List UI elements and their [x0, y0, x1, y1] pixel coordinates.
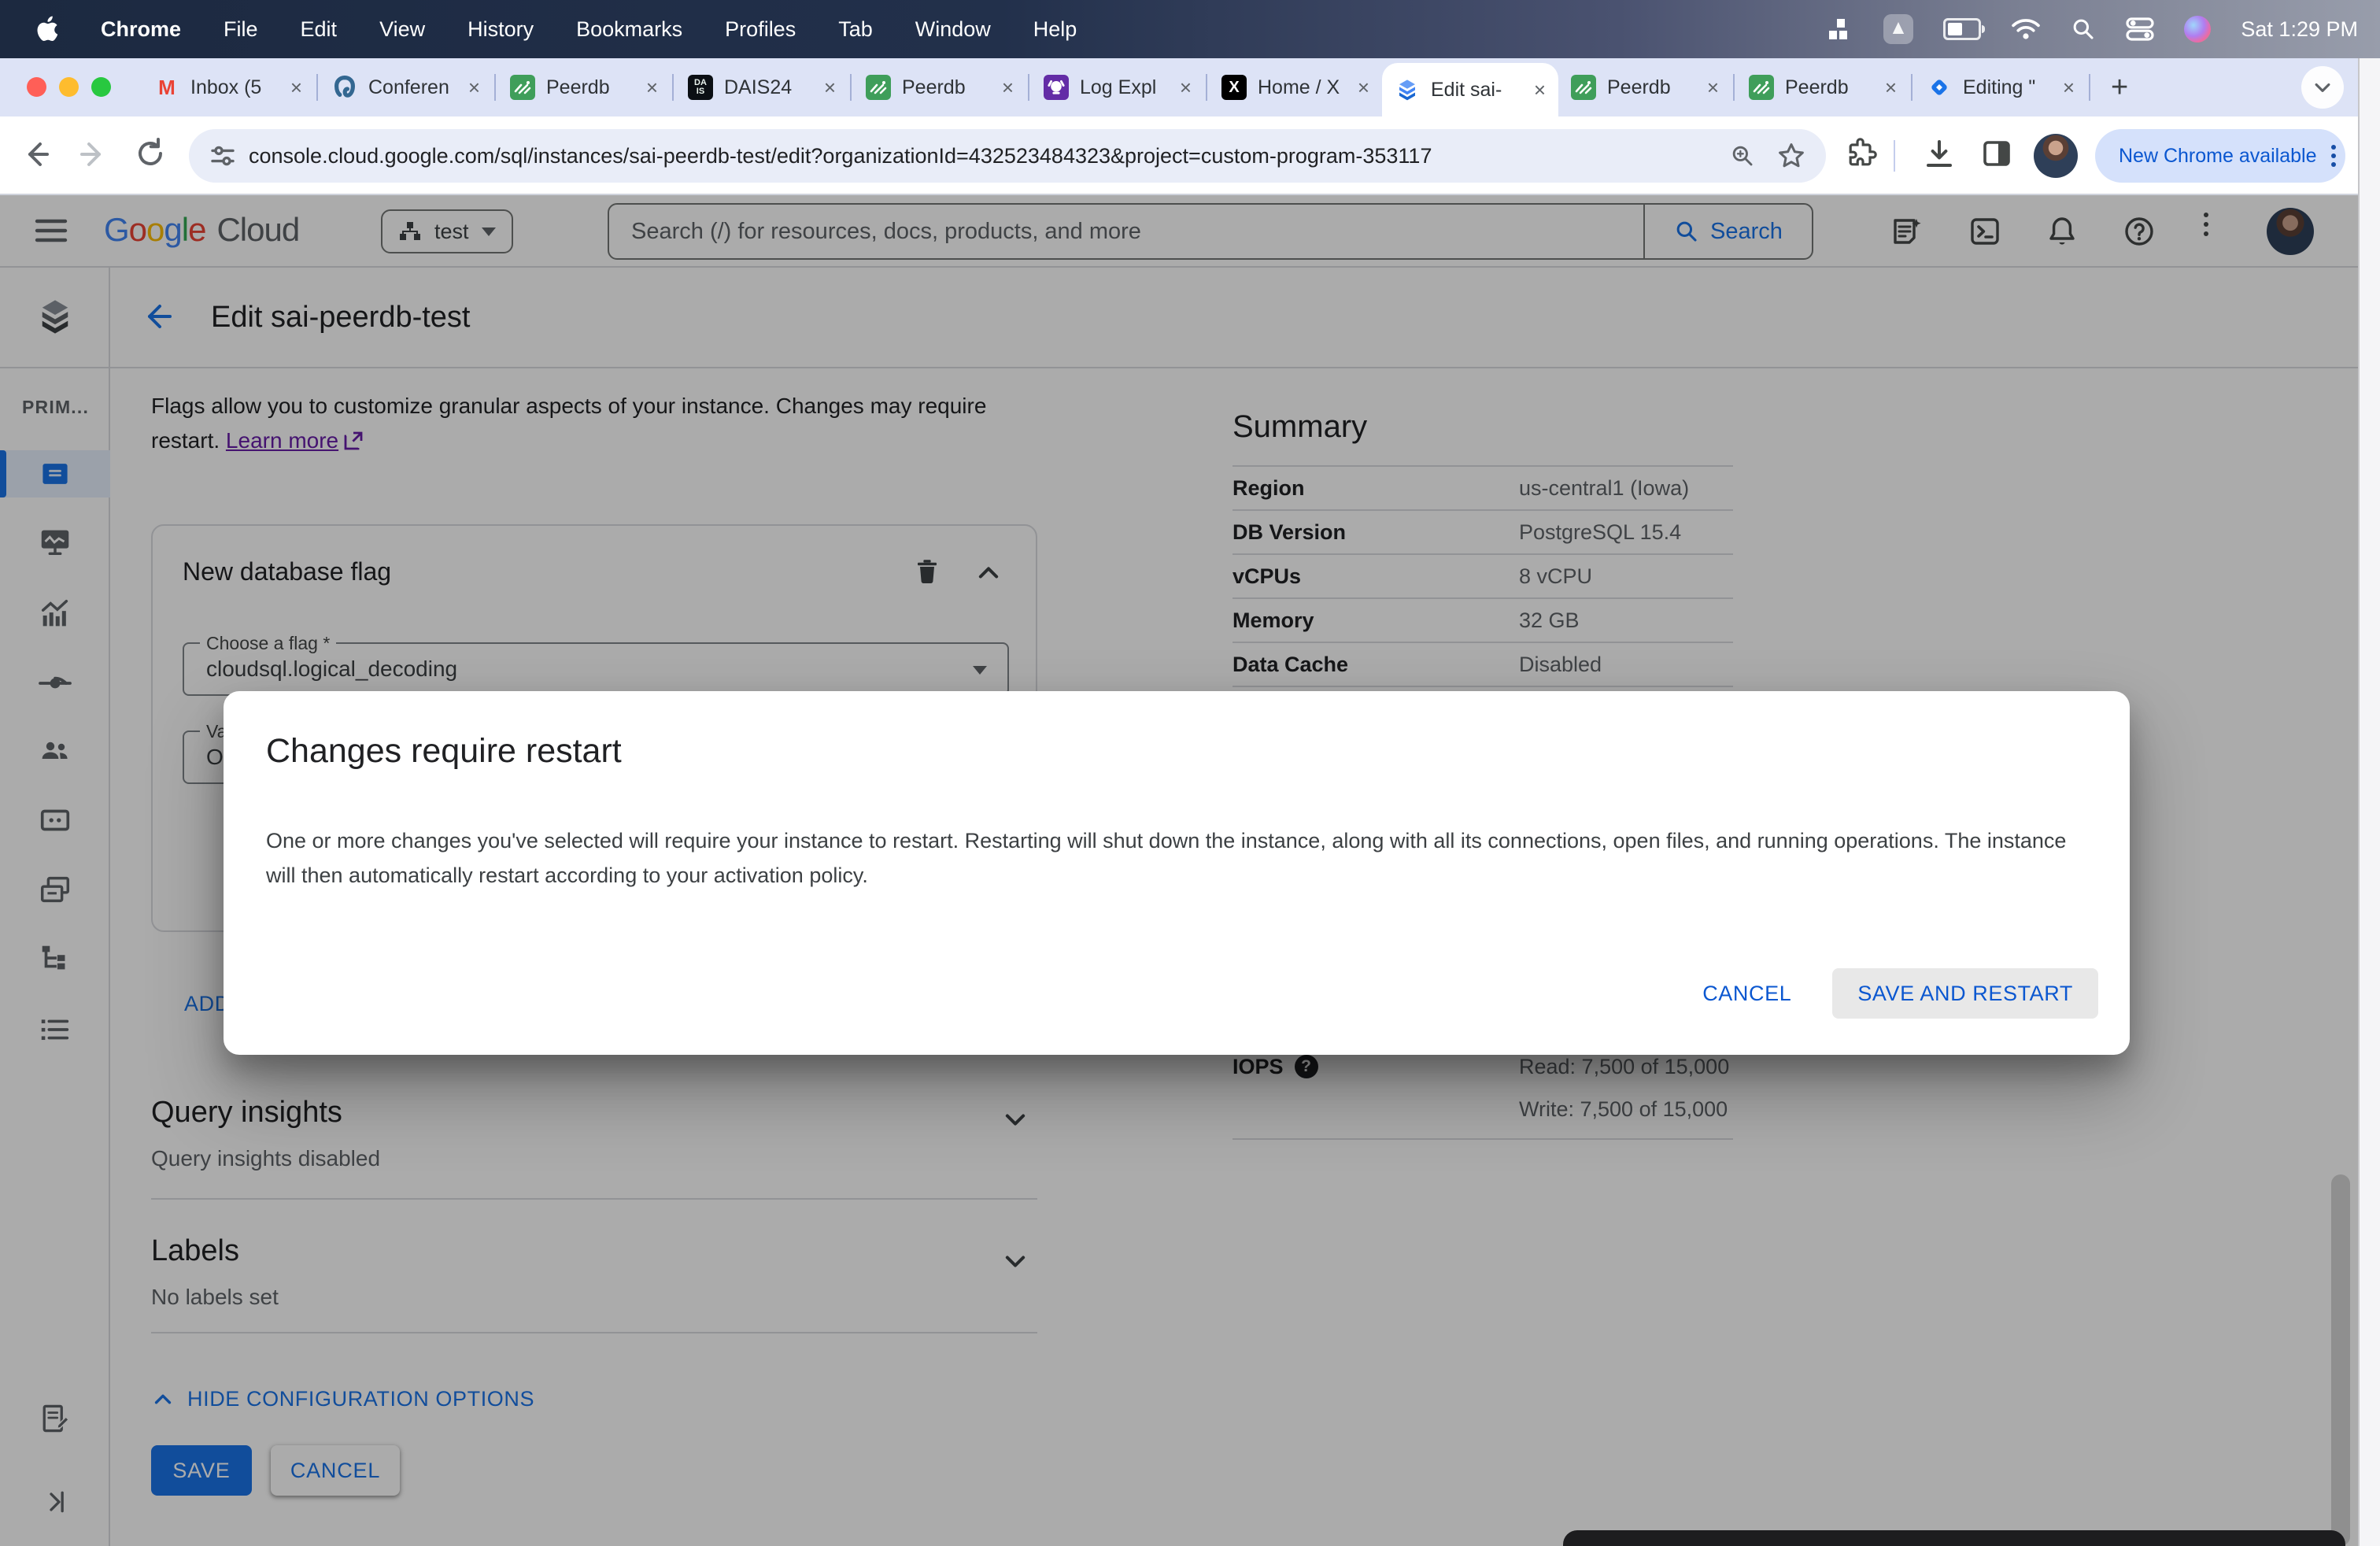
- menu-bookmarks[interactable]: Bookmarks: [576, 17, 682, 42]
- menu-edit[interactable]: Edit: [301, 17, 338, 42]
- dialog-cancel-button[interactable]: CANCEL: [1702, 982, 1791, 1006]
- reload-icon[interactable]: [134, 137, 167, 170]
- menu-profiles[interactable]: Profiles: [725, 17, 796, 42]
- macos-menu-bar: Chrome File Edit View History Bookmarks …: [0, 0, 2380, 58]
- bookmark-star-icon[interactable]: [1777, 142, 1805, 170]
- tab-peerdb-3[interactable]: Peerdb ×: [1558, 58, 1731, 117]
- tab-title: Peerdb: [546, 76, 610, 98]
- browser-menu-kebab-icon[interactable]: [2330, 145, 2336, 167]
- menu-history[interactable]: History: [468, 17, 534, 42]
- tab-peerdb-1[interactable]: Peerdb ×: [497, 58, 671, 117]
- background-window-edge: [2358, 58, 2380, 1546]
- tab-title: Log Expl: [1080, 76, 1157, 98]
- menu-help[interactable]: Help: [1033, 17, 1077, 42]
- menubar-clock[interactable]: Sat 1:29 PM: [2241, 17, 2358, 42]
- menu-tab[interactable]: Tab: [838, 17, 873, 42]
- tab-title: Inbox (5: [190, 76, 262, 98]
- spotlight-search-icon[interactable]: [2071, 17, 2096, 42]
- toolbar-divider: [1894, 140, 1895, 172]
- menu-file[interactable]: File: [224, 17, 258, 42]
- gcloud-page: Google Cloud test Search (/) for resourc…: [0, 195, 2358, 1546]
- tab-title: Editing ": [1963, 76, 2036, 98]
- control-center-icon[interactable]: [2126, 17, 2155, 41]
- close-window-button[interactable]: [27, 77, 46, 97]
- apple-icon[interactable]: [35, 16, 58, 43]
- dais-favicon: DA IS: [688, 75, 713, 100]
- tab-editing[interactable]: Editing " ×: [1914, 58, 2087, 117]
- screen: Chrome File Edit View History Bookmarks …: [0, 0, 2380, 1546]
- datadog-favicon: [1044, 75, 1069, 100]
- site-settings-icon[interactable]: [209, 142, 236, 169]
- url-text[interactable]: console.cloud.google.com/sql/instances/s…: [249, 144, 1730, 168]
- editing-diamond-favicon: [1927, 75, 1952, 100]
- chrome-update-pill[interactable]: New Chrome available: [2095, 129, 2345, 183]
- new-tab-button[interactable]: +: [2111, 71, 2128, 105]
- wifi-icon[interactable]: [2011, 17, 2041, 41]
- tab-close-icon[interactable]: ×: [2063, 77, 2075, 98]
- menubar-app-icon[interactable]: [1883, 14, 1914, 44]
- browser-toolbar: console.cloud.google.com/sql/instances/s…: [0, 117, 2358, 195]
- download-icon[interactable]: [1922, 137, 1957, 172]
- menu-window[interactable]: Window: [915, 17, 991, 42]
- cloud-sql-favicon: [1395, 77, 1420, 102]
- minimize-window-button[interactable]: [59, 77, 79, 97]
- gmail-favicon: M: [158, 75, 176, 99]
- browser-profile-avatar[interactable]: [2034, 134, 2078, 178]
- siri-icon[interactable]: [2184, 16, 2212, 43]
- back-icon[interactable]: [19, 137, 54, 172]
- tab-peerdb-2[interactable]: Peerdb ×: [853, 58, 1026, 117]
- dialog-title: Changes require restart: [266, 732, 622, 770]
- tab-close-icon[interactable]: ×: [1180, 77, 1192, 98]
- peerdb-favicon: [1571, 75, 1596, 100]
- tab-inbox[interactable]: M Inbox (5 ×: [142, 58, 315, 117]
- zoom-window-button[interactable]: [91, 77, 111, 97]
- tab-peerdb-4[interactable]: Peerdb ×: [1736, 58, 1909, 117]
- side-panel-icon[interactable]: [1980, 137, 2013, 170]
- tab-title: Edit sai-: [1431, 78, 1502, 101]
- tab-dais[interactable]: DA IS DAIS24 ×: [675, 58, 848, 117]
- tab-strip: M Inbox (5 × Conferen × Peerdb × DA IS D…: [0, 58, 2358, 117]
- tab-close-icon[interactable]: ×: [646, 77, 658, 98]
- address-bar[interactable]: console.cloud.google.com/sql/instances/s…: [189, 129, 1826, 183]
- stats-blocks-icon[interactable]: [1828, 17, 1853, 42]
- menu-view[interactable]: View: [379, 17, 425, 42]
- tab-title: Peerdb: [1607, 76, 1671, 98]
- tab-close-icon[interactable]: ×: [290, 77, 302, 98]
- window-controls: [27, 77, 111, 97]
- page-scrollbar[interactable]: [2331, 1174, 2350, 1546]
- tab-close-icon[interactable]: ×: [1358, 77, 1369, 98]
- postgresql-favicon: [332, 75, 357, 100]
- peerdb-favicon: [866, 75, 891, 100]
- menu-chrome[interactable]: Chrome: [101, 17, 181, 42]
- tab-close-icon[interactable]: ×: [1707, 77, 1719, 98]
- tab-close-icon[interactable]: ×: [824, 77, 836, 98]
- tab-log-explorer[interactable]: Log Expl ×: [1031, 58, 1204, 117]
- tab-close-icon[interactable]: ×: [1534, 80, 1546, 100]
- tab-edit-instance-active[interactable]: Edit sai- ×: [1382, 63, 1558, 117]
- tab-title: Peerdb: [1785, 76, 1849, 98]
- tab-title: Home / X: [1258, 76, 1340, 98]
- tab-title: DAIS24: [724, 76, 793, 98]
- peerdb-favicon: [1749, 75, 1774, 100]
- tab-title: Conferen: [368, 76, 449, 98]
- dialog-body: One or more changes you've selected will…: [266, 829, 2067, 887]
- tab-close-icon[interactable]: ×: [1885, 77, 1897, 98]
- tab-close-icon[interactable]: ×: [1002, 77, 1014, 98]
- extensions-icon[interactable]: [1845, 137, 1878, 170]
- forward-icon[interactable]: [76, 137, 110, 172]
- tab-title: Peerdb: [902, 76, 966, 98]
- tab-x-home[interactable]: X Home / X ×: [1209, 58, 1382, 117]
- bottom-dock-bar: [1563, 1530, 2345, 1546]
- peerdb-favicon: [510, 75, 535, 100]
- restart-dialog: Changes require restart One or more chan…: [224, 691, 2130, 1055]
- tab-search-menu[interactable]: [2301, 66, 2344, 109]
- tab-close-icon[interactable]: ×: [468, 77, 480, 98]
- tab-conference[interactable]: Conferen ×: [320, 58, 493, 117]
- battery-icon[interactable]: [1943, 18, 1986, 40]
- x-favicon: X: [1221, 75, 1247, 100]
- zoom-icon[interactable]: [1730, 143, 1755, 168]
- save-and-restart-button[interactable]: SAVE AND RESTART: [1832, 968, 2098, 1019]
- update-pill-label: New Chrome available: [2119, 144, 2317, 167]
